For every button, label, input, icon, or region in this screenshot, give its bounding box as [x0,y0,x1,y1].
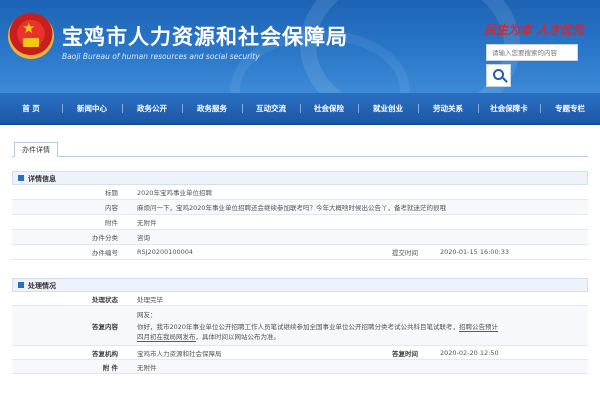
table-row: 答复机构 宝鸡市人力资源和社会保障局 答复时间 2020-02-20 12:50 [12,346,588,360]
search-icon-handle [502,77,508,83]
site-header: ★ 宝鸡市人力资源和社会保障局 Baoji Bureau of human re… [0,0,600,93]
reply-line: 四月初在我局网发布，具体时间以网站公布为准。 [137,332,581,342]
table-row: 内容 麻烦问一下，宝鸡2020年事业单位招聘还会继续参加联考吗？今年大概啥时候出… [12,200,588,215]
reply-highlight: 四月初在我局网发布 [137,333,196,342]
field-label: 办件分类 [92,234,118,242]
process-table: 处理状态 处理完毕 答复内容 网友： 你好，我市2020年事业单位公开招聘工作人… [12,292,588,374]
field-value: 麻烦问一下，宝鸡2020年事业单位招聘还会继续参加联考吗？今年大概啥时候出公告丫… [137,204,447,212]
reply-highlight: 招聘公告预计 [459,323,499,332]
table-row: 标题 2020年宝鸡事业单位招聘 [12,185,588,200]
reply-line: 你好，我市2020年事业单位公开招聘工作人员笔试继续参加全国事业单位公开招聘分类… [137,322,581,332]
section-marker-icon [18,282,24,288]
tiananmen-icon [23,38,39,47]
site-subtitle: Baoji Bureau of human resources and soci… [62,52,260,61]
field-value: 无附件 [137,363,157,372]
search-input[interactable] [486,44,578,61]
section-title: 详情信息 [28,175,56,183]
field-value: 2020-01-15 16:00:33 [440,248,510,256]
table-row: 处理状态 处理完毕 [12,292,588,306]
field-label: 附件 [105,219,118,227]
section-title: 处理情况 [28,282,56,290]
table-row: 答复内容 网友： 你好，我市2020年事业单位公开招聘工作人员笔试继续参加全国事… [12,306,588,346]
detail-section-header: 详情信息 [12,171,588,185]
field-value: 咨询 [137,234,150,242]
field-label: 内容 [105,204,118,212]
field-value: RSJ20200100004 [137,248,194,256]
process-section-header: 处理情况 [12,278,588,292]
nav-item-home[interactable]: 首 页 [0,103,62,114]
nav-item-social-insurance[interactable]: 社会保险 [300,103,358,114]
tab-case-details[interactable]: 办件详情 [14,142,58,157]
search-button[interactable] [486,64,511,87]
slogan: 民生为本 人才优先 [484,23,585,37]
field-label: 答复内容 [92,322,118,331]
table-row: 附件 无附件 [12,215,588,230]
field-label: 办件编号 [92,249,118,257]
field-label: 附 件 [102,363,118,372]
field-label: 标题 [105,189,118,197]
reply-greeting: 网友： [137,311,157,319]
nav-item-services[interactable]: 政务服务 [182,103,242,114]
table-row: 附 件 无附件 [12,360,588,374]
field-label: 处理状态 [92,295,118,304]
status-value: 处理完毕 [137,295,163,304]
site-title[interactable]: 宝鸡市人力资源和社会保障局 [62,21,348,51]
nav-item-gov-affairs[interactable]: 政务公开 [122,103,182,114]
star-icon: ★ [22,19,36,37]
table-row: 办件分类 咨询 [12,230,588,245]
nav-item-labor-relations[interactable]: 劳动关系 [418,103,478,114]
section-marker-icon [18,175,24,181]
national-emblem-icon: ★ [8,13,54,59]
field-label: 答复机构 [92,349,118,358]
detail-table: 标题 2020年宝鸡事业单位招聘 内容 麻烦问一下，宝鸡2020年事业单位招聘还… [12,185,588,260]
field-value: 宝鸡市人力资源和社会保障局 [137,349,222,358]
field-value: 2020年宝鸡事业单位招聘 [137,189,213,197]
table-row: 办件编号 RSJ20200100004 提交时间 2020-01-15 16:0… [12,245,588,260]
reply-text: ，具体时间以网站公布为准。 [195,333,281,341]
field-label: 答复时间 [392,349,418,358]
field-label: 提交时间 [392,249,418,257]
nav-item-topics[interactable]: 专题专栏 [540,103,600,114]
tab-bar: 办件详情 [12,140,588,157]
reply-text: 你好，我市2020年事业单位公开招聘工作人员笔试继续参加全国事业单位公开招聘分类… [137,323,460,331]
nav-item-employment[interactable]: 就业创业 [358,103,418,114]
reply-content: 网友： 你好，我市2020年事业单位公开招聘工作人员笔试继续参加全国事业单位公开… [137,310,581,342]
nav-item-social-security-card[interactable]: 社会保障卡 [478,103,540,114]
nav-item-news[interactable]: 新闻中心 [62,103,122,114]
field-value: 无附件 [137,219,157,227]
main-nav: 首 页 新闻中心 政务公开 政务服务 互动交流 社会保险 就业创业 劳动关系 社… [0,93,600,125]
field-value: 2020-02-20 12:50 [440,348,499,357]
nav-item-interaction[interactable]: 互动交流 [242,103,300,114]
